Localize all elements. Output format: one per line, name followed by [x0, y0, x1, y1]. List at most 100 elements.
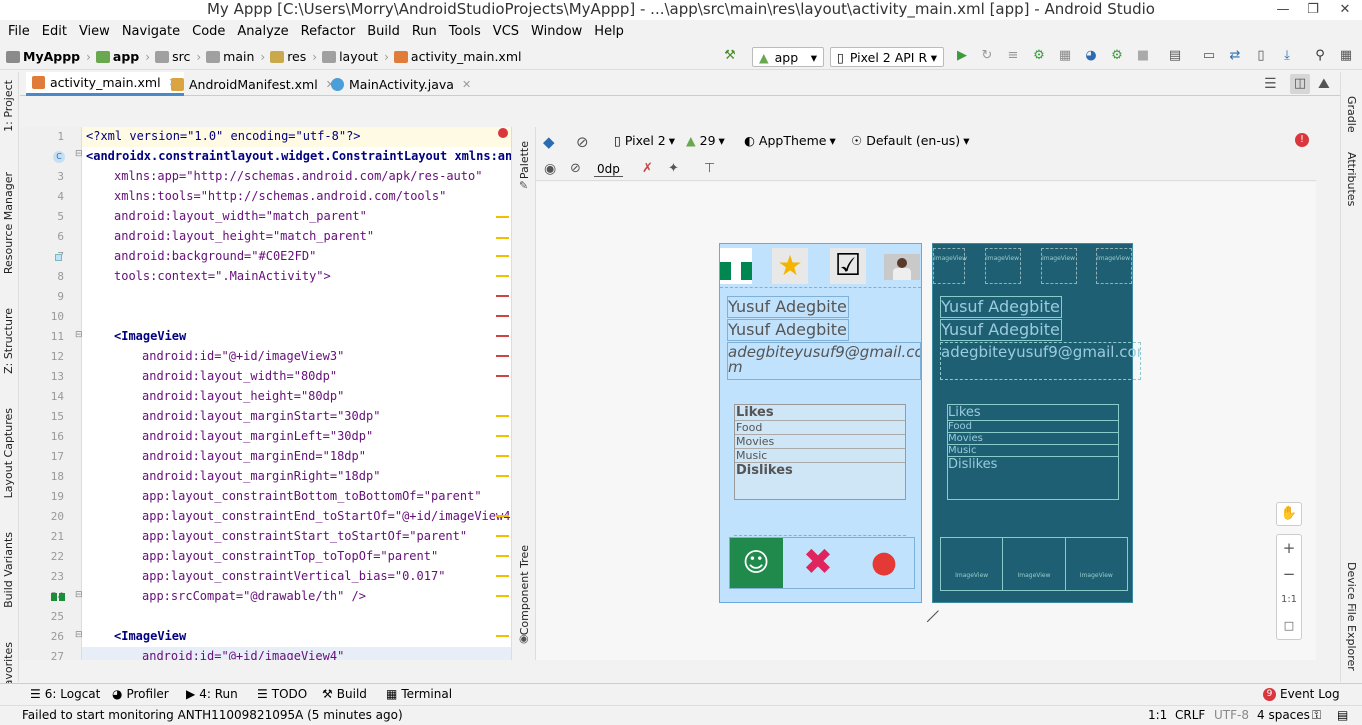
error-marker[interactable]: [496, 315, 509, 317]
tab-activity-main[interactable]: activity_main.xml✕: [26, 72, 184, 96]
error-marker[interactable]: [496, 335, 509, 337]
breadcrumb-project[interactable]: MyAppp: [6, 49, 80, 64]
lock-icon[interactable]: ⚿: [1312, 706, 1321, 725]
pan-hand-icon[interactable]: ✋: [1276, 502, 1302, 526]
warning-marker[interactable]: [496, 455, 509, 457]
breadcrumb-main[interactable]: main: [206, 49, 254, 64]
name-text-view[interactable]: Yusuf Adegbite: [727, 296, 849, 318]
indent-setting[interactable]: 4 spaces: [1257, 706, 1310, 725]
blueprint-image-view[interactable]: ImageView: [1041, 248, 1077, 284]
warning-marker[interactable]: [496, 635, 509, 637]
zoom-in-icon[interactable]: +: [1277, 535, 1301, 561]
blueprint-image-view[interactable]: ImageView: [941, 538, 1004, 590]
default-margin-dropdown[interactable]: 0dp: [594, 162, 623, 177]
tool-todo[interactable]: ☰ TODO: [257, 687, 307, 701]
warning-marker[interactable]: [496, 435, 509, 437]
warning-marker[interactable]: [496, 555, 509, 557]
image-preview-icon[interactable]: [59, 593, 65, 601]
blueprint-image-view[interactable]: ImageView: [1066, 538, 1127, 590]
sdk-manager-icon[interactable]: ⤓: [1279, 48, 1295, 64]
menu-help[interactable]: Help: [588, 24, 630, 39]
tool-run[interactable]: ▶ 4: Run: [186, 687, 238, 701]
name-text-view-2[interactable]: Yusuf Adegbite: [727, 319, 849, 341]
tab-android-manifest[interactable]: AndroidManifest.xml✕: [165, 72, 341, 96]
blueprint-image-view[interactable]: ImageView: [1003, 538, 1066, 590]
tool-device-file-explorer[interactable]: Device File Explorer: [1345, 562, 1358, 671]
menu-tools[interactable]: Tools: [443, 24, 487, 39]
api-level-dropdown[interactable]: ▲ 29 ▾: [686, 133, 725, 148]
breadcrumb-src[interactable]: src: [155, 49, 190, 64]
warning-marker[interactable]: [496, 515, 509, 517]
coverage-icon[interactable]: ▦: [1057, 48, 1073, 64]
device-preview-dropdown[interactable]: ▯ Pixel 2 ▾: [614, 133, 675, 148]
minimize-icon[interactable]: —: [1268, 0, 1298, 20]
infer-constraints-icon[interactable]: ✦: [668, 161, 679, 176]
design-view-icon[interactable]: ⛰: [1318, 76, 1330, 92]
caret-position[interactable]: 1:1: [1148, 706, 1167, 725]
warning-marker[interactable]: [496, 595, 509, 597]
avd-manager-icon[interactable]: ▭: [1201, 48, 1217, 64]
apply-code-icon[interactable]: ≡: [1005, 48, 1021, 64]
profile-icon[interactable]: ◕: [1083, 48, 1099, 64]
blueprint-name-text[interactable]: Yusuf Adegbite: [940, 296, 1062, 318]
tool-logcat[interactable]: ☰ 6: Logcat: [30, 687, 100, 701]
clear-constraints-icon[interactable]: ✗: [642, 161, 653, 176]
device-manager-icon[interactable]: ▯: [1253, 48, 1269, 64]
project-structure-icon[interactable]: ▤: [1167, 48, 1183, 64]
close-tab-icon[interactable]: ✕: [462, 78, 471, 91]
class-gutter-icon[interactable]: C: [53, 151, 65, 163]
error-icon[interactable]: [498, 128, 508, 138]
guidelines-icon[interactable]: ⊤: [704, 161, 715, 176]
menu-window[interactable]: Window: [525, 24, 588, 39]
tool-profiler[interactable]: ◕ Profiler: [112, 687, 169, 701]
attach-debugger-icon[interactable]: ⚙: [1109, 48, 1125, 64]
memory-icon[interactable]: ▤: [1337, 706, 1348, 725]
star-icon[interactable]: ★: [772, 248, 808, 284]
device-dropdown[interactable]: ▯ Pixel 2 API R ▾: [830, 47, 944, 67]
likes-list-view[interactable]: Likes Food Movies Music Dislikes: [734, 404, 906, 500]
tab-main-activity[interactable]: MainActivity.java ✕: [325, 72, 477, 96]
email-text-view[interactable]: adegbiteyusuf9@gmail.co m: [727, 342, 921, 380]
warning-marker[interactable]: [496, 216, 509, 218]
tool-layout-captures[interactable]: Layout Captures: [2, 408, 15, 498]
warning-marker[interactable]: [496, 275, 509, 277]
status-message[interactable]: Failed to start monitoring ANTH110098210…: [22, 706, 403, 725]
breadcrumb-layout[interactable]: layout: [322, 49, 378, 64]
blueprint-image-view[interactable]: ImageView: [1096, 248, 1132, 284]
debug-icon[interactable]: ⚙: [1031, 48, 1047, 64]
search-icon[interactable]: ⚲: [1312, 48, 1328, 64]
warning-marker[interactable]: [496, 475, 509, 477]
menu-build[interactable]: Build: [361, 24, 406, 39]
menu-code[interactable]: Code: [186, 24, 231, 39]
breadcrumb-app[interactable]: app: [95, 49, 139, 64]
palette-tab[interactable]: Palette: [518, 141, 531, 179]
menu-analyze[interactable]: Analyze: [231, 24, 294, 39]
code-view-icon[interactable]: ☰: [1264, 76, 1277, 92]
breadcrumb-file[interactable]: activity_main.xml: [393, 49, 521, 64]
tool-gradle[interactable]: Gradle: [1345, 96, 1358, 133]
run-config-dropdown[interactable]: ▲ app ▾: [752, 47, 824, 67]
blueprint-email-text[interactable]: adegbiteyusuf9@gmail.com: [940, 342, 1141, 380]
line-separator[interactable]: CRLF: [1175, 706, 1205, 725]
tool-build[interactable]: ⚒ Build: [322, 687, 367, 701]
sync-gradle-icon[interactable]: ⇄: [1227, 48, 1243, 64]
tool-resource-manager[interactable]: Resource Manager: [2, 172, 15, 274]
autoconnect-icon[interactable]: ⊘: [570, 161, 581, 176]
tool-attributes[interactable]: Attributes: [1345, 152, 1358, 206]
zoom-fit-icon[interactable]: □: [1277, 613, 1301, 639]
blueprint-list-view[interactable]: Likes Food Movies Music Dislikes: [947, 404, 1119, 500]
warning-marker[interactable]: [496, 575, 509, 577]
close-icon[interactable]: ✕: [1330, 0, 1360, 20]
image-view-flag[interactable]: [720, 248, 753, 284]
component-tree-tab[interactable]: Component Tree: [518, 545, 531, 635]
checkmark-icon[interactable]: ☑: [830, 248, 866, 284]
profile-photo[interactable]: [884, 254, 920, 280]
image-preview-icon[interactable]: [51, 593, 57, 601]
build-hammer-icon[interactable]: ⚒: [722, 48, 738, 64]
error-marker[interactable]: [496, 355, 509, 357]
orientation-icon[interactable]: ⊘: [576, 133, 589, 151]
blueprint-image-view[interactable]: ImageView: [933, 248, 967, 284]
warning-marker[interactable]: [496, 255, 509, 257]
menu-view[interactable]: View: [73, 24, 116, 39]
design-surface-icon[interactable]: ◆: [543, 133, 555, 151]
